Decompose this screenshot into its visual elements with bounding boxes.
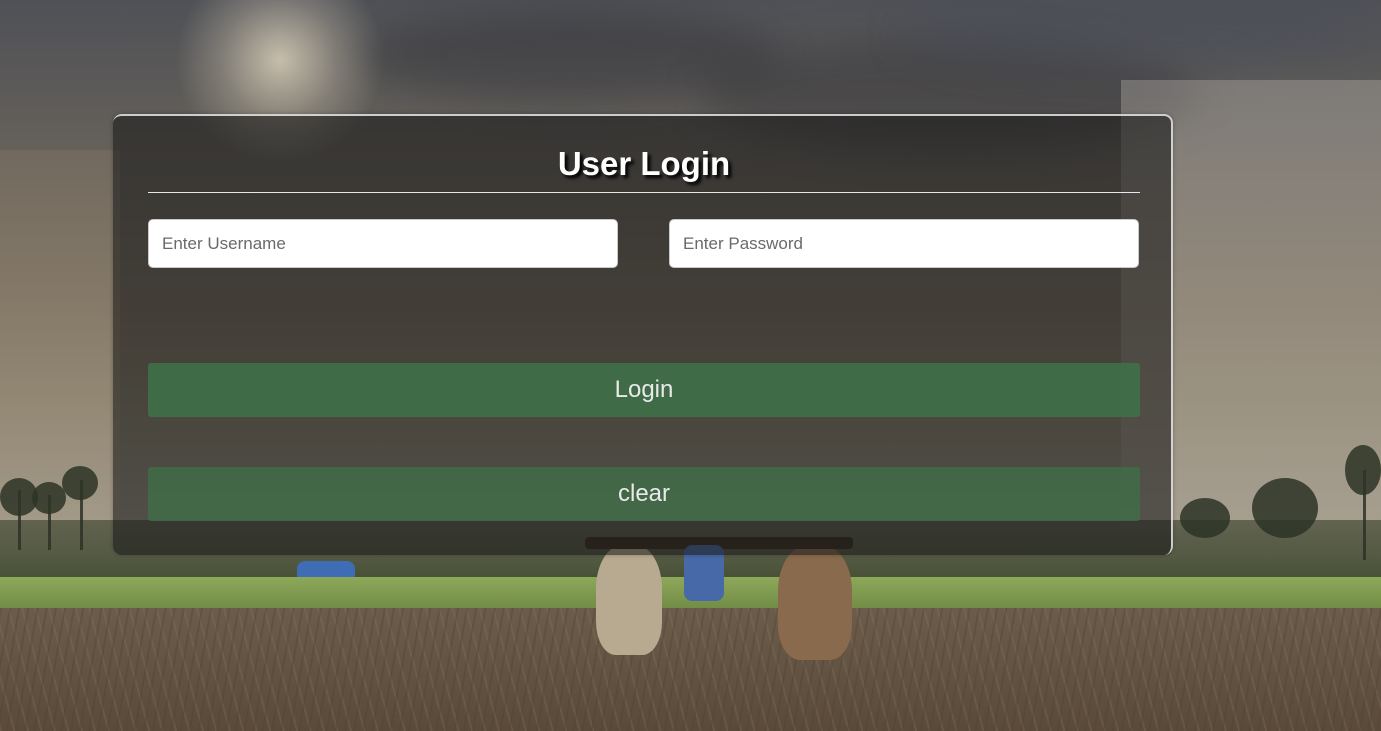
password-input[interactable] (669, 219, 1139, 268)
palm-tree (1345, 445, 1381, 495)
sky-haze (0, 150, 120, 530)
page-title: User Login (557, 145, 731, 182)
tree (1180, 498, 1230, 538)
palm-tree (62, 466, 98, 500)
tree (1252, 478, 1318, 538)
ox-left (596, 545, 662, 655)
cloud (900, 0, 1380, 70)
username-input[interactable] (148, 219, 618, 268)
palm-tree (32, 482, 66, 514)
title-divider (148, 192, 1140, 193)
clear-button[interactable]: clear (148, 467, 1140, 521)
ox-right (778, 545, 852, 660)
login-button[interactable]: Login (148, 363, 1140, 417)
plowed-soil (0, 608, 1381, 731)
